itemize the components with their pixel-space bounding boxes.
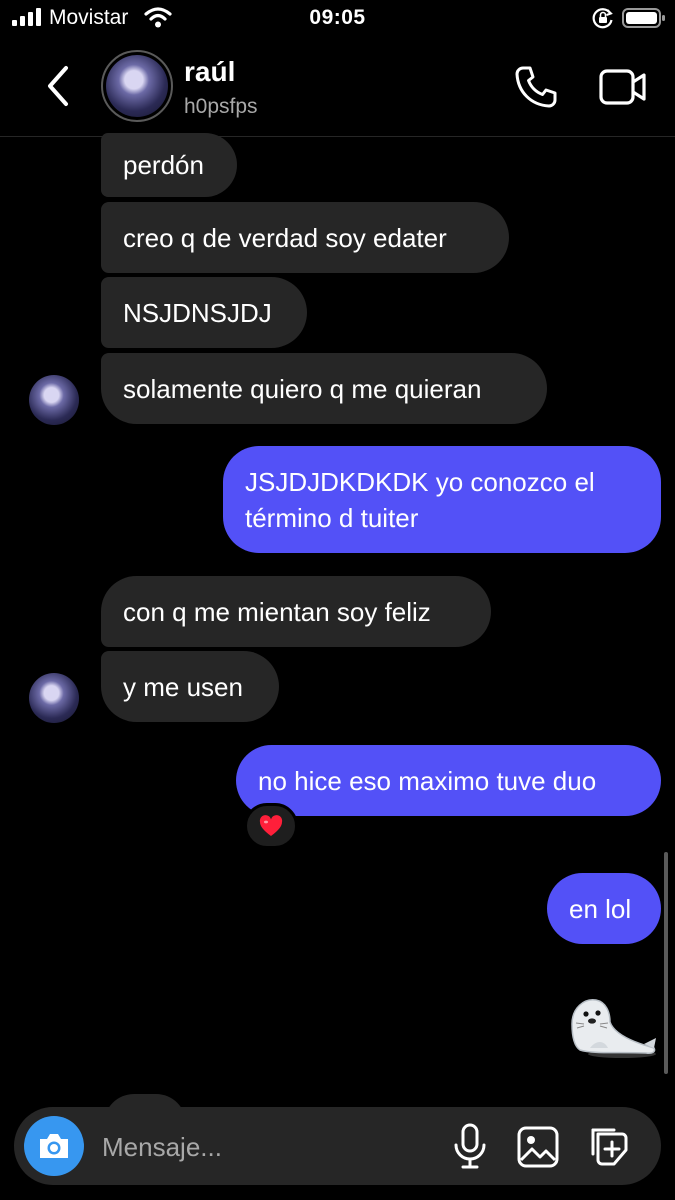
camera-icon: [40, 1134, 68, 1158]
message-bubble-outgoing[interactable]: en lol: [547, 873, 661, 944]
message-bubble-incoming[interactable]: con q me mientan soy feliz: [101, 576, 491, 647]
gallery-icon[interactable]: [517, 1126, 559, 1168]
contact-avatar[interactable]: [101, 50, 173, 122]
message-bubble-outgoing[interactable]: no hice eso maximo tuve duo: [236, 745, 661, 816]
dm-thread-screen: Movistar 09:05 raúl h0psfps perdón creo …: [0, 0, 675, 1200]
message-bubble-incoming[interactable]: creo q de verdad soy edater: [101, 202, 509, 273]
phone-icon[interactable]: [513, 64, 559, 110]
message-composer: [14, 1107, 661, 1185]
avatar-image: [106, 55, 168, 117]
battery-icon: [622, 8, 665, 28]
sender-avatar[interactable]: [29, 673, 79, 723]
message-bubble-incoming[interactable]: solamente quiero q me quieran: [101, 353, 547, 424]
heart-icon: [259, 815, 283, 836]
scrollbar[interactable]: [664, 852, 668, 1074]
contact-username: h0psfps: [184, 95, 258, 118]
microphone-icon[interactable]: [452, 1123, 488, 1169]
camera-button[interactable]: [24, 1116, 84, 1176]
message-bubble-incoming[interactable]: perdón: [101, 133, 237, 197]
sender-avatar[interactable]: [29, 375, 79, 425]
heart-reaction[interactable]: [244, 803, 298, 849]
orientation-lock-icon: [592, 8, 613, 29]
sticker-icon[interactable]: [590, 1124, 632, 1168]
back-icon[interactable]: [38, 62, 78, 110]
seal-sticker[interactable]: [562, 990, 658, 1062]
message-bubble-incoming[interactable]: y me usen: [101, 651, 279, 722]
message-input[interactable]: [100, 1126, 434, 1168]
status-bar: Movistar 09:05: [0, 0, 675, 40]
message-bubble-incoming[interactable]: NSJDNSJDJ: [101, 277, 307, 348]
contact-name[interactable]: raúl: [184, 56, 235, 88]
status-time: 09:05: [309, 6, 366, 29]
video-camera-icon[interactable]: [598, 66, 648, 108]
message-bubble-outgoing[interactable]: JSJDJDKDKDK yo conozco el término d tuit…: [223, 446, 661, 553]
chat-header: raúl h0psfps: [0, 40, 675, 137]
